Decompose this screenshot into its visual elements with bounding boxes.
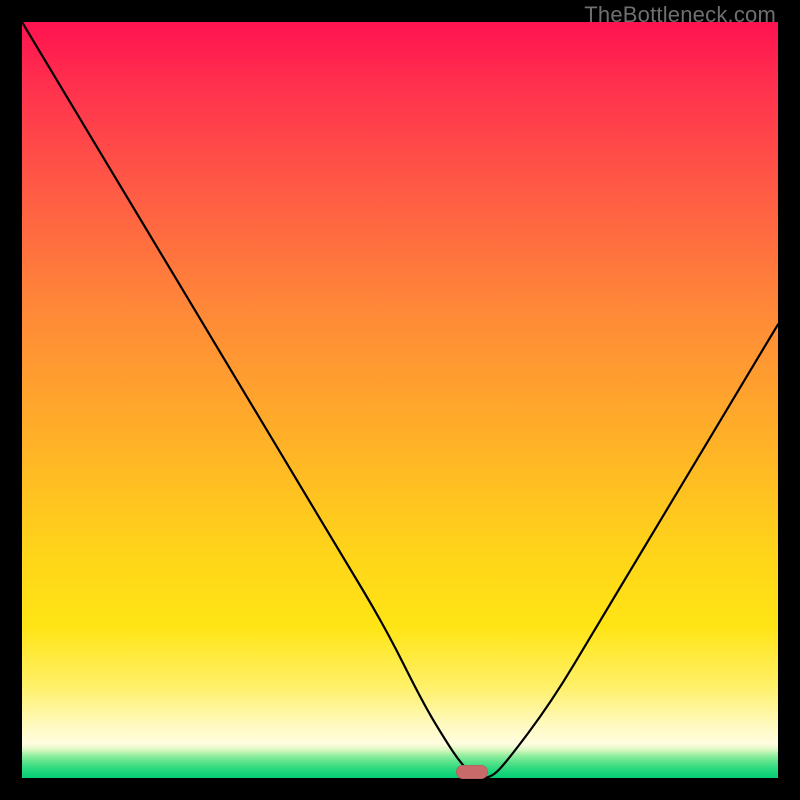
watermark-text: TheBottleneck.com bbox=[584, 2, 776, 28]
optimal-marker bbox=[456, 765, 488, 779]
plot-area bbox=[22, 22, 778, 778]
chart-frame: TheBottleneck.com bbox=[0, 0, 800, 800]
bottleneck-curve bbox=[22, 22, 778, 778]
